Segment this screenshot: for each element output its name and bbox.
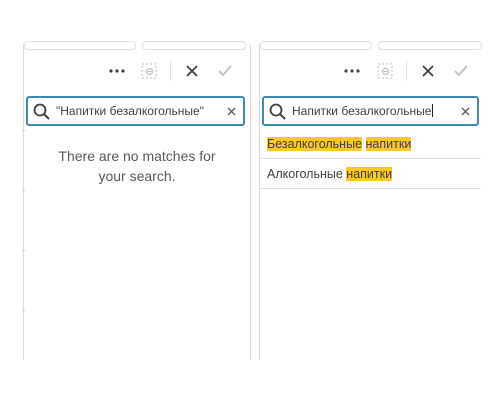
search-input-value: Напитки безалкогольные: [292, 104, 432, 118]
header-tab: [378, 41, 482, 50]
selection-lock-icon[interactable]: [374, 57, 396, 85]
list-item[interactable]: Алкогольные напитки: [260, 159, 481, 189]
header-tab: [24, 41, 136, 50]
list-item[interactable]: Безалкогольные напитки: [260, 129, 481, 159]
check-icon[interactable]: [450, 57, 472, 85]
grid-tick: [22, 130, 25, 131]
toolbar-divider: [406, 61, 407, 81]
search-input[interactable]: "Напитки безалкогольные": [56, 104, 204, 118]
selection-lock-icon[interactable]: [138, 57, 160, 85]
match-highlight: Безалкогольные: [267, 137, 363, 151]
grid-tick: [22, 250, 25, 251]
more-horizontal-icon[interactable]: [341, 57, 363, 85]
no-matches-line-1: There are no matches for: [58, 148, 216, 164]
search-field-right[interactable]: Напитки безалкогольные: [262, 96, 479, 126]
selection-toolbar: [260, 57, 481, 85]
more-horizontal-icon[interactable]: [106, 57, 128, 85]
match-highlight: напитки: [346, 167, 393, 181]
text-caret: [432, 104, 434, 117]
search-icon: [269, 103, 287, 121]
no-matches-message: There are no matches for your search.: [24, 146, 250, 186]
close-icon[interactable]: [417, 57, 439, 85]
selection-toolbar: [24, 57, 250, 85]
search-icon: [33, 103, 51, 121]
listbox-panel-right: Напитки безалкогольные Безалкогольные на…: [259, 41, 482, 360]
check-icon[interactable]: [214, 57, 236, 85]
search-input[interactable]: Напитки безалкогольные: [292, 104, 434, 118]
grid-tick: [22, 310, 25, 311]
clear-search-icon[interactable]: [457, 103, 473, 119]
listbox-panel-left: "Напитки безалкогольные" There are no ma…: [23, 41, 251, 360]
header-tab: [260, 41, 372, 50]
no-matches-line-2: your search.: [98, 168, 176, 184]
list-item-text: Алкогольные: [267, 167, 343, 181]
grid-tick: [22, 190, 25, 191]
header-tab: [142, 41, 246, 50]
toolbar-divider: [170, 61, 171, 81]
search-field-left[interactable]: "Напитки безалкогольные": [26, 96, 245, 126]
close-icon[interactable]: [181, 57, 203, 85]
clear-search-icon[interactable]: [223, 103, 239, 119]
match-highlight: напитки: [365, 137, 412, 151]
